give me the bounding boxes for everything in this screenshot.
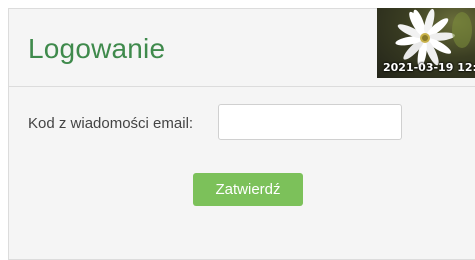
flower-photo: 2021-03-19 12:23 — [377, 8, 475, 78]
page-title: Logowanie — [28, 33, 166, 64]
photo-timestamp: 2021-03-19 12:23 — [383, 61, 475, 74]
submit-button[interactable]: Zatwierdź — [193, 173, 303, 206]
email-code-label: Kod z wiadomości email: — [28, 115, 194, 132]
email-code-input[interactable] — [218, 104, 402, 140]
title-divider — [8, 86, 475, 87]
